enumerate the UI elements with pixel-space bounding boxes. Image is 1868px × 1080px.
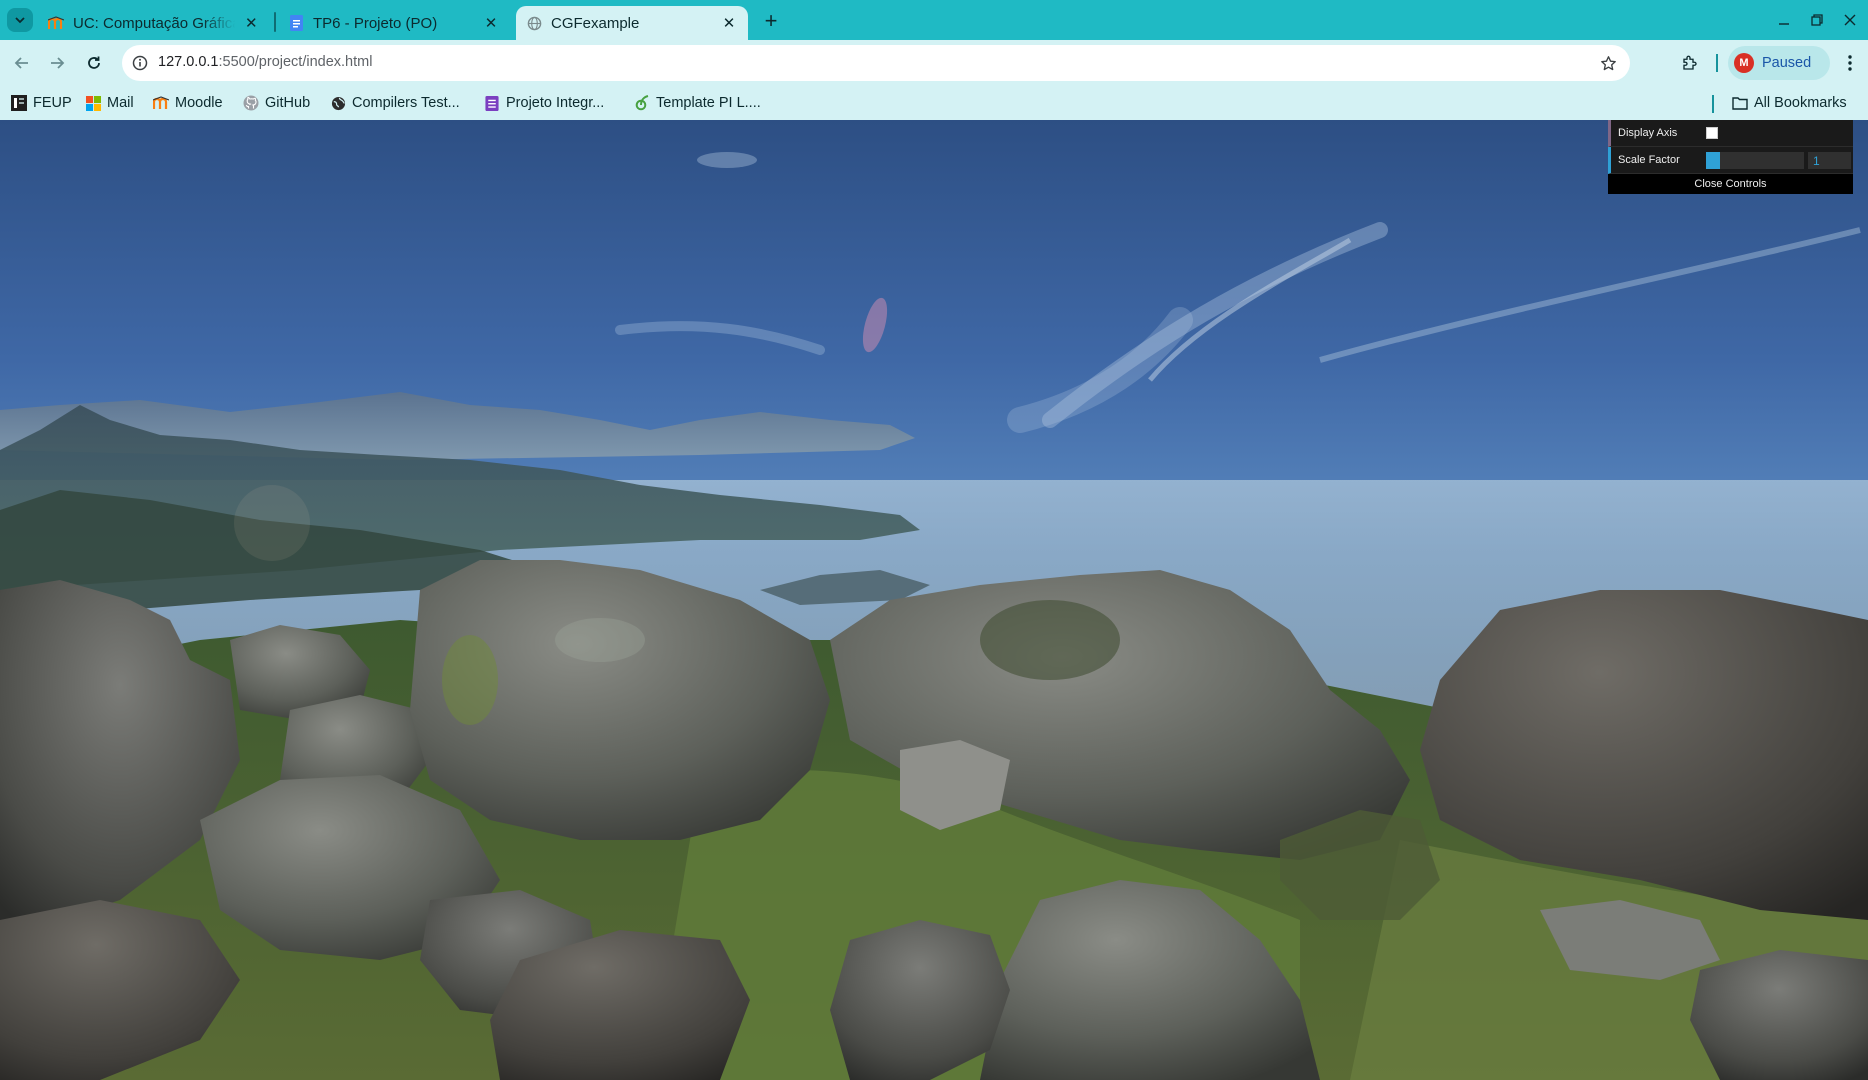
forward-button[interactable] [43,49,71,77]
tab-title: TP6 - Projeto (PO) [313,14,438,32]
docs-icon [288,15,304,31]
moodle-icon [153,95,169,111]
globe-icon [330,95,346,111]
address-bar[interactable]: 127.0.0.1:5500/project/index.html [122,45,1630,81]
url-path: :5500/project/index.html [218,54,373,70]
scale-factor-slider[interactable] [1706,152,1804,169]
bookmarks-bar: FEUP Mail Moodle GitHub Compilers Test..… [0,86,1868,120]
profile-status: Paused [1762,55,1812,71]
controls-panel: Display Axis Scale Factor 1 Close Contro… [1608,120,1853,194]
tab-uc-computacao[interactable]: UC: Computação Gráfica ✕ [38,6,270,40]
back-button[interactable] [8,49,36,77]
bookmark-label: Mail [107,95,134,111]
bookmark-template-pi[interactable]: Template PI L.... [634,92,761,114]
github-icon [243,95,259,111]
display-axis-label: Display Axis [1618,127,1678,139]
bookmark-feup[interactable]: FEUP [11,92,72,114]
tab-title: UC: Computação Gráfica [73,14,235,32]
list-icon [484,95,500,111]
bookmark-star-icon[interactable] [1596,51,1620,75]
close-icon[interactable]: ✕ [482,14,500,32]
feup-icon [11,95,27,111]
restore-icon[interactable] [1805,8,1829,32]
new-tab-button[interactable]: + [758,8,784,33]
tab-title: CGFexample [551,14,640,32]
url-host: 127.0.0.1 [158,54,219,70]
close-icon[interactable]: ✕ [243,14,260,32]
bookmarks-divider [1712,95,1714,113]
url-text[interactable]: 127.0.0.1:5500/project/index.html [158,54,372,70]
display-axis-row[interactable]: Display Axis [1608,120,1853,147]
more-menu-icon[interactable] [1838,49,1862,77]
minimize-icon[interactable] [1772,8,1796,32]
all-bookmarks-button[interactable]: All Bookmarks [1732,92,1847,114]
webgl-canvas[interactable]: Display Axis Scale Factor 1 Close Contro… [0,120,1868,1080]
toolbar-divider [1716,54,1718,72]
puzzle-icon [1683,55,1697,70]
close-controls-button[interactable]: Close Controls [1608,174,1853,194]
tab-cgfexample[interactable]: CGFexample ✕ [516,6,748,40]
all-bookmarks-label: All Bookmarks [1754,95,1847,111]
chevron-down-icon [15,17,25,24]
extensions-button[interactable] [1676,49,1704,77]
reload-button[interactable] [80,49,108,77]
bookmark-label: GitHub [265,95,311,111]
tab-search-button[interactable] [7,8,33,32]
moodle-icon [48,15,64,31]
microsoft-icon [85,95,101,111]
scale-factor-slider-fill [1706,152,1720,169]
tab-strip: UC: Computação Gráfica ✕ TP6 - Projeto (… [0,0,1868,40]
profile-button[interactable]: M Paused [1728,46,1830,80]
bookmark-label: Template PI L.... [656,95,761,111]
bookmark-label: Projeto Integr... [506,95,605,111]
tab-tp6-projeto[interactable]: TP6 - Projeto (PO) ✕ [278,6,510,40]
bookmark-label: Compilers Test... [352,95,460,111]
site-info-icon[interactable] [130,53,150,73]
skybox-landscape-image [0,120,1868,1080]
folder-icon [1732,95,1748,111]
arrow-left-icon [14,57,28,69]
tab-separator [274,12,276,32]
bookmark-label: FEUP [33,95,72,111]
bookmark-github[interactable]: GitHub [243,92,310,114]
bookmark-moodle[interactable]: Moodle [153,92,223,114]
browser-toolbar: 127.0.0.1:5500/project/index.html M Paus… [0,40,1868,86]
overleaf-icon [634,95,650,111]
window-close-icon[interactable] [1838,8,1862,32]
arrow-right-icon [51,57,65,69]
avatar: M [1734,53,1754,73]
bookmark-label: Moodle [175,95,223,111]
scale-factor-input[interactable]: 1 [1808,152,1851,169]
scale-factor-label: Scale Factor [1618,154,1680,166]
close-icon[interactable]: ✕ [720,14,738,32]
bookmark-mail[interactable]: Mail [85,92,134,114]
bookmark-compilers-test[interactable]: Compilers Test... [330,92,460,114]
bookmark-projeto-integr[interactable]: Projeto Integr... [484,92,604,114]
globe-icon [526,15,542,31]
scale-factor-row: Scale Factor 1 [1608,147,1853,174]
reload-icon [88,56,100,69]
display-axis-checkbox[interactable] [1706,127,1718,139]
